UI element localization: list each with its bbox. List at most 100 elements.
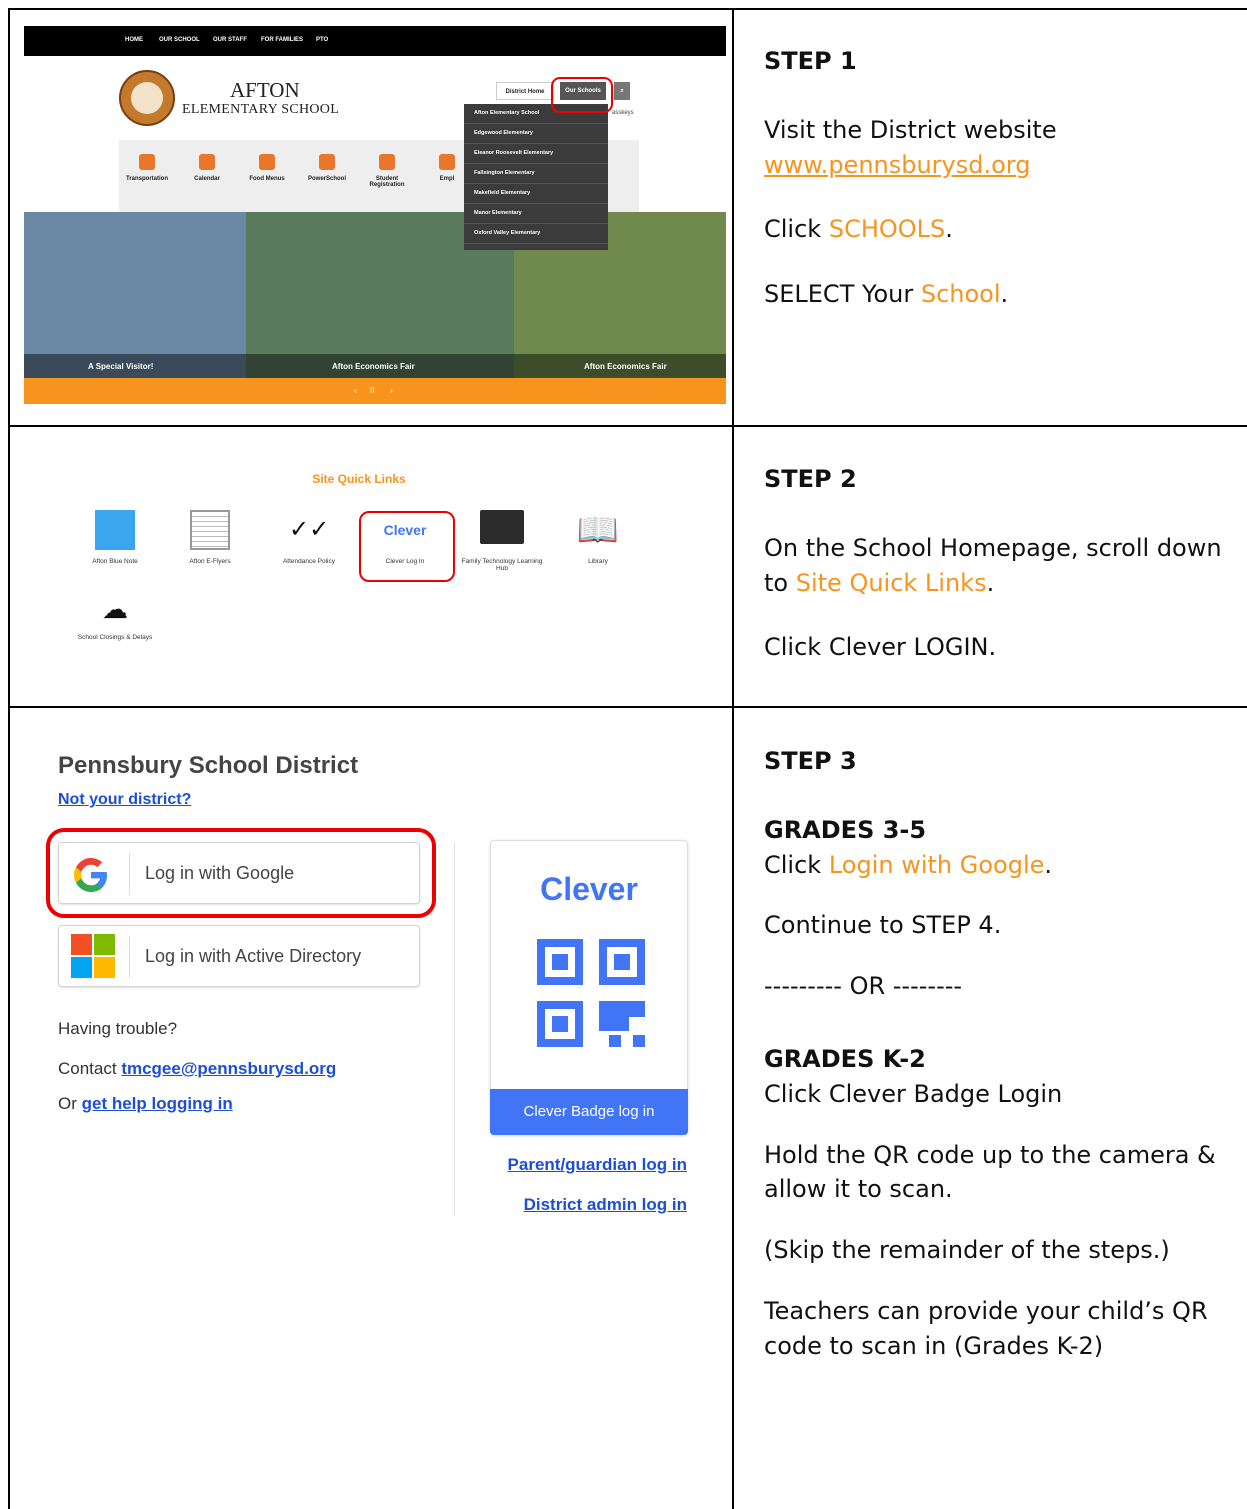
button-separator [129, 936, 130, 978]
badge-login-text: Click Clever Badge Login [764, 1079, 1063, 1108]
quick-link-label: School Closings & Delays [77, 634, 153, 641]
site-quick-links-word: Site Quick Links [795, 568, 987, 597]
row-divider-1 [8, 425, 1247, 427]
top-nav: HOME OUR SCHOOL OUR STAFF FOR FAMILIES P… [24, 26, 726, 56]
apple-icon [259, 154, 275, 170]
skip-text: (Skip the remainder of the steps.) [764, 1236, 1170, 1265]
quick-link-label: Attendance Policy [282, 558, 336, 565]
next-icon[interactable]: › [390, 386, 393, 395]
step1-text: STEP 1 Visit the District website www.pen… [764, 44, 1234, 342]
school-name: AFTON [230, 78, 300, 102]
pause-icon[interactable]: II [370, 386, 374, 395]
quick-powerschool[interactable]: PowerSchool [301, 140, 353, 212]
not-your-district-link[interactable]: Not your district? [58, 791, 191, 809]
search-icon[interactable]: ⌕ [614, 82, 630, 100]
district-home-button[interactable]: District Home [496, 82, 554, 100]
school-seal-logo [119, 70, 175, 126]
quick-link-label: Afton E-Flyers [189, 558, 231, 565]
school-website-screenshot: HOME OUR SCHOOL OUR STAFF FOR FAMILIES P… [24, 26, 726, 404]
quick-calendar[interactable]: Calendar [181, 140, 233, 212]
step3-heading: STEP 3 [764, 747, 857, 775]
schools-word: SCHOOLS [828, 215, 946, 244]
period: . [1000, 280, 1009, 309]
quick-link-label: Afton Blue Note [92, 558, 138, 565]
nav-our-staff[interactable]: OUR STAFF [213, 37, 247, 43]
step2-line2: Click Clever LOGIN. [764, 633, 997, 662]
person-icon [439, 154, 455, 170]
continue-text: Continue to STEP 4. [764, 911, 1002, 940]
period: . [986, 568, 995, 597]
parent-login-link[interactable]: Parent/guardian log in [502, 1155, 687, 1175]
or-divider: --------- OR -------- [764, 972, 963, 1001]
column-divider [732, 8, 734, 1509]
get-help-link[interactable]: get help logging in [82, 1094, 233, 1113]
quick-link-label: Library [588, 558, 608, 565]
step1-select-text: SELECT Your [764, 280, 921, 309]
dropdown-item[interactable]: Edgewood Elementary [464, 124, 608, 144]
microsoft-icon [71, 934, 115, 978]
calendar-icon [199, 154, 215, 170]
highlight-google-login [46, 828, 436, 918]
step3-text: STEP 3 GRADES 3-5 Click Login with Google… [764, 744, 1234, 1394]
people-icon [379, 154, 395, 170]
dropdown-item[interactable]: Makefield Elementary [464, 184, 608, 204]
dropdown-item[interactable]: Oxford Valley Elementary [464, 224, 608, 244]
contact-line: Contact tmcgee@pennsburysd.org [58, 1059, 336, 1079]
highlight-our-schools [551, 77, 613, 113]
or-label: Or [58, 1094, 82, 1113]
quick-transportation[interactable]: Transportation [121, 140, 173, 212]
quick-link-e-flyers[interactable]: Afton E-Flyers [165, 510, 255, 565]
dropdown-item[interactable]: Eleanor Roosevelt Elementary [464, 144, 608, 164]
quick-link-closings[interactable]: ☁ School Closings & Delays [70, 592, 160, 641]
photo-carousel: A Special Visitor! Afton Economics Fair … [24, 212, 726, 378]
district-website-link[interactable]: www.pennsburysd.org [764, 151, 1030, 179]
contact-email-link[interactable]: tmcgee@pennsburysd.org [121, 1059, 336, 1078]
nav-for-families[interactable]: FOR FAMILIES [261, 37, 303, 43]
dropdown-item[interactable]: Fallsington Elementary [464, 164, 608, 184]
schools-dropdown: Afton Elementary School Edgewood Element… [464, 104, 608, 250]
quick-link-tech-hub[interactable]: Family Technology Learning Hub [457, 510, 547, 572]
nav-home[interactable]: HOME [125, 37, 143, 43]
step1-line1: Visit the District website [764, 115, 1057, 144]
caption-2: Afton Economics Fair [332, 362, 415, 371]
step2-text: STEP 2 On the School Homepage, scroll do… [764, 462, 1234, 695]
district-admin-login-link[interactable]: District admin log in [502, 1195, 687, 1215]
bus-icon [139, 154, 155, 170]
quick-link-blue-note[interactable]: Afton Blue Note [70, 510, 160, 565]
active-directory-login-button[interactable]: Log in with Active Directory [58, 925, 420, 987]
quick-food-menus[interactable]: Food Menus [241, 140, 293, 212]
prev-icon[interactable]: ‹ [354, 386, 357, 395]
grades-3-5-heading: GRADES 3-5 [764, 815, 927, 844]
nav-our-school[interactable]: OUR SCHOOL [159, 37, 200, 43]
step3-click-text: Click [764, 850, 829, 879]
caption-1: A Special Visitor! [88, 362, 154, 371]
step2-heading: STEP 2 [764, 465, 857, 493]
highlight-clever [359, 511, 455, 582]
login-with-google-word: Login with Google [828, 850, 1045, 879]
quick-link-label: Family Technology Learning Hub [461, 558, 543, 572]
step1-heading: STEP 1 [764, 47, 857, 75]
quick-student-registration[interactable]: Student Registration [361, 140, 413, 212]
having-trouble-text: Having trouble? [58, 1019, 178, 1038]
quick-link-attendance[interactable]: ✓✓ Attendance Policy [264, 510, 354, 565]
dropdown-item[interactable]: Manor Elementary [464, 204, 608, 224]
hold-qr-text: Hold the QR code up to the camera & allo… [764, 1140, 1216, 1204]
teachers-text: Teachers can provide your child’s QR cod… [764, 1296, 1208, 1360]
flyer-icon [190, 510, 230, 550]
login-divider [454, 842, 455, 1216]
district-title: Pennsbury School District [58, 752, 359, 779]
snow-cloud-icon: ☁ [102, 594, 128, 624]
row-divider-2 [8, 706, 1247, 708]
notepad-icon [95, 510, 135, 550]
period: . [1044, 850, 1053, 879]
school-subname: ELEMENTARY SCHOOL [182, 102, 340, 117]
nav-pto[interactable]: PTO [316, 37, 328, 43]
quick-link-library[interactable]: 📖 Library [553, 510, 643, 565]
grades-k-2-heading: GRADES K-2 [764, 1044, 926, 1073]
help-line: Or get help logging in [58, 1094, 233, 1114]
clever-badge-login-button[interactable]: Clever Badge log in [490, 1089, 688, 1135]
book-icon: 📖 [576, 511, 620, 549]
clever-badge-card: Clever Clever Badge log in [490, 840, 688, 1135]
caption-3: Afton Economics Fair [584, 362, 667, 371]
passkeys-link[interactable]: asskeys [612, 110, 634, 116]
